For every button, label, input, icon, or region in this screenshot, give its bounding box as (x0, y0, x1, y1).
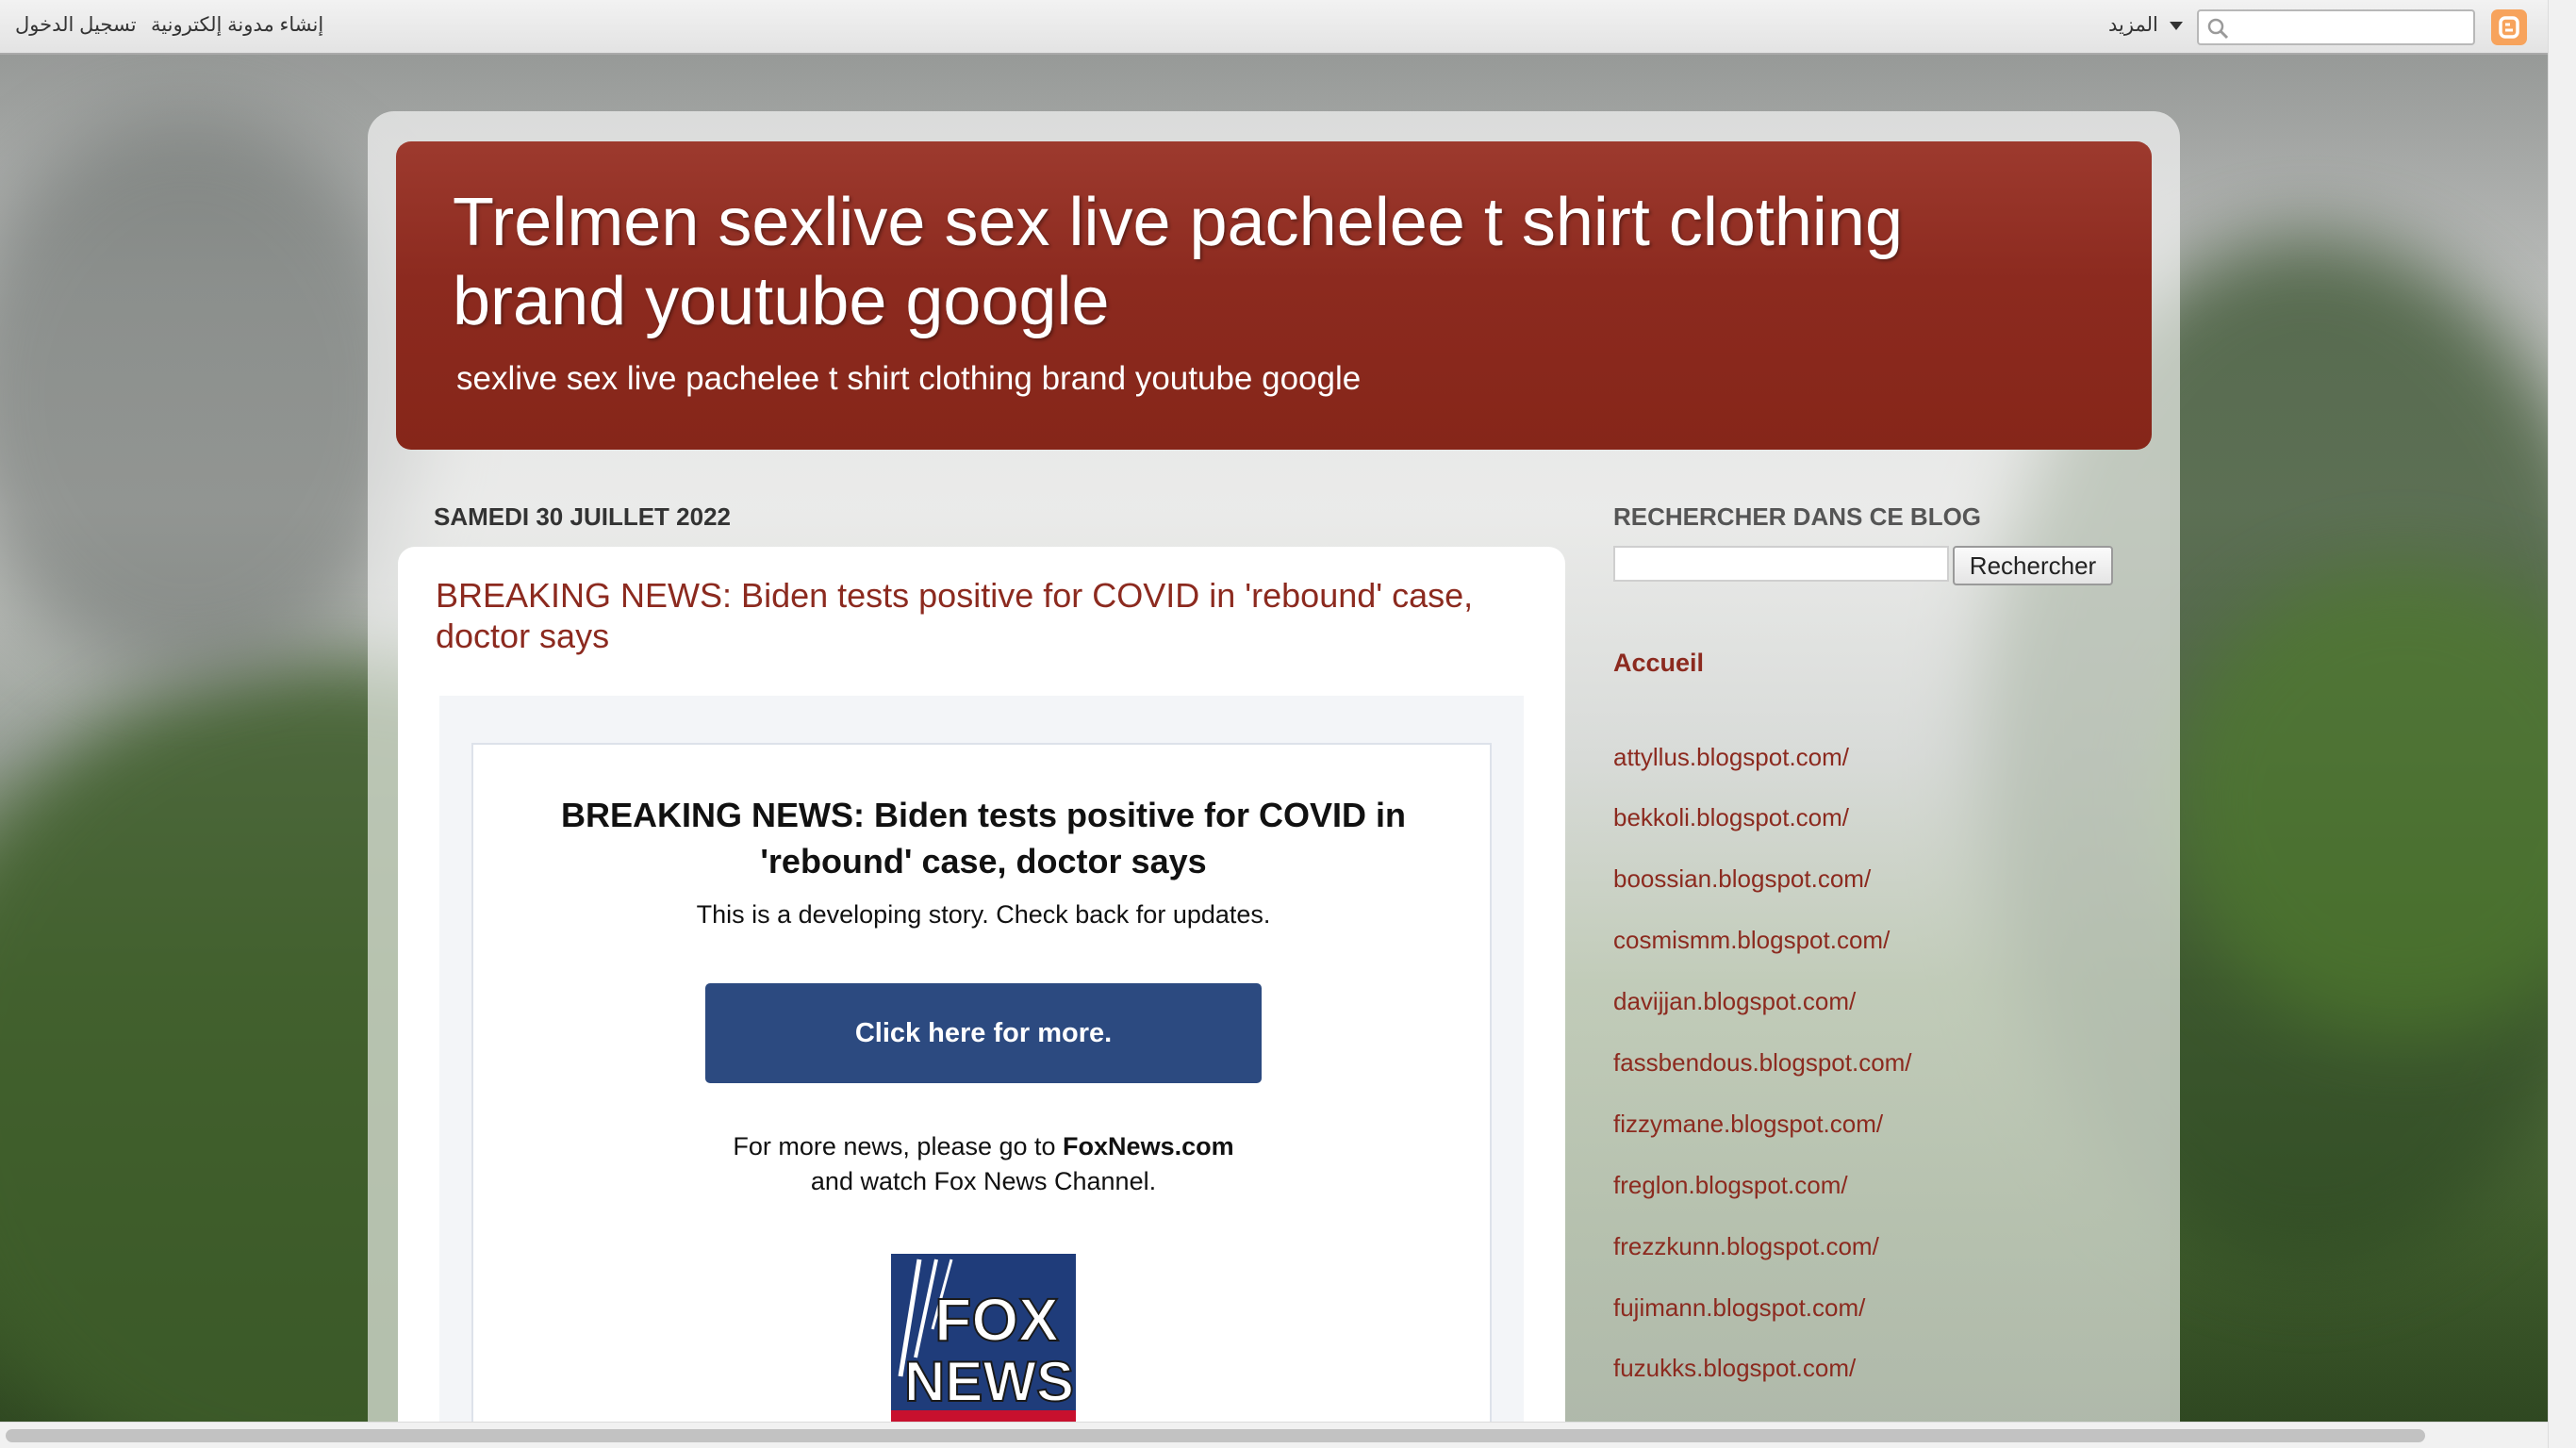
blog-header: Trelmen sexlive sex live pachelee t shir… (396, 141, 2152, 450)
list-item-link[interactable]: fuzukks.blogspot.com/ (1613, 1354, 1856, 1383)
sidebar-search-heading: Rechercher dans ce blog (1613, 502, 1982, 531)
email-headline: BREAKING NEWS: Biden tests positive for … (560, 796, 1407, 880)
list-item-link[interactable]: boossian.blogspot.com/ (1613, 864, 1871, 894)
horizontal-scrollbar[interactable] (0, 1422, 2548, 1448)
chevron-down-icon (2169, 21, 2183, 30)
blog-description: sexlive sex live pachelee t shirt clothi… (456, 360, 1362, 397)
list-item-link[interactable]: bekkoli.blogspot.com/ (1613, 803, 1849, 832)
list-item-link[interactable]: fujimann.blogspot.com/ (1613, 1293, 1865, 1323)
horizontal-scrollbar-thumb[interactable] (6, 1429, 2425, 1442)
list-item-link[interactable]: fizzymane.blogspot.com/ (1613, 1110, 1883, 1139)
post-title[interactable]: BREAKING NEWS: Biden tests positive for … (436, 575, 1492, 656)
post-date: samedi 30 juillet 2022 (434, 502, 731, 531)
sidebar-search-button[interactable]: Rechercher (1953, 546, 2113, 585)
blog-title[interactable]: Trelmen sexlive sex live pachelee t shir… (453, 183, 2037, 341)
more-menu-label: المزيد (2108, 14, 2158, 36)
fox-logo-line1: FOX (934, 1286, 1059, 1354)
list-item-link[interactable]: freglon.blogspot.com/ (1613, 1171, 1848, 1200)
foxnews-link[interactable]: FoxNews.com (1063, 1132, 1234, 1160)
more-menu[interactable]: المزيد (2108, 13, 2183, 37)
vertical-scrollbar[interactable] (2548, 0, 2576, 1448)
list-item-link[interactable]: davijjan.blogspot.com/ (1613, 987, 1856, 1016)
login-link[interactable]: تسجيل الدخول (15, 13, 137, 37)
blogger-logo[interactable] (2491, 9, 2527, 45)
email-body: BREAKING NEWS: Biden tests positive for … (439, 696, 1524, 1448)
fox-logo-line2: NEWS (904, 1350, 1074, 1413)
search-icon (2207, 18, 2229, 40)
email-content: BREAKING NEWS: Biden tests positive for … (471, 743, 1492, 1448)
more-news-suffix: and watch Fox News Channel. (810, 1167, 1157, 1195)
blogger-navbar: تسجيل الدخول إنشاء مدونة إلكترونية المزي… (0, 0, 2576, 55)
sidebar-home-link[interactable]: Accueil (1613, 649, 1704, 678)
post-card: BREAKING NEWS: Biden tests positive for … (398, 547, 1565, 1448)
more-news-prefix: For more news, please go to (733, 1132, 1064, 1160)
fox-news-logo[interactable]: FOX NEWS channel (891, 1254, 1076, 1448)
list-item-link[interactable]: fassbendous.blogspot.com/ (1613, 1048, 1912, 1078)
create-blog-link[interactable]: إنشاء مدونة إلكترونية (151, 13, 323, 37)
list-item-link[interactable]: attyllus.blogspot.com/ (1613, 743, 1849, 772)
sidebar-search-input[interactable] (1613, 546, 1949, 582)
click-here-button[interactable]: Click here for more. (705, 983, 1262, 1083)
developing-story-text: This is a developing story. Check back f… (696, 900, 1271, 929)
more-news-text: For more news, please go to FoxNews.com … (511, 1129, 1456, 1199)
list-item-link[interactable]: cosmismm.blogspot.com/ (1613, 926, 1890, 955)
list-item-link[interactable]: frezzkunn.blogspot.com/ (1613, 1232, 1879, 1261)
blogger-b-icon (2499, 16, 2519, 39)
navbar-search-input[interactable] (2197, 9, 2475, 45)
